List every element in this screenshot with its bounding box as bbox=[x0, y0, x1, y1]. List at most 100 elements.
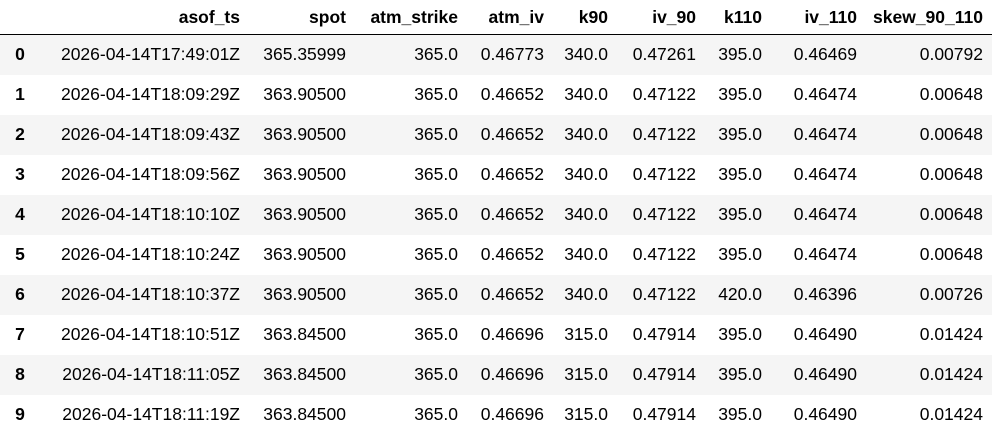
header-index bbox=[0, 0, 40, 35]
cell-iv-90: 0.47122 bbox=[632, 84, 696, 104]
cell-spot: 363.90500 bbox=[263, 204, 346, 224]
cell-k90: 340.0 bbox=[564, 124, 608, 144]
cell-spot: 363.84500 bbox=[263, 404, 346, 424]
row-index: 7 bbox=[15, 324, 25, 344]
cell-iv-110: 0.46474 bbox=[793, 124, 857, 144]
cell-spot: 365.35999 bbox=[263, 44, 346, 65]
cell-iv-110: 0.46469 bbox=[793, 44, 857, 65]
cell-iv-90: 0.47122 bbox=[632, 124, 696, 144]
cell-iv-110: 0.46490 bbox=[793, 324, 857, 344]
cell-k110: 395.0 bbox=[718, 364, 762, 384]
cell-spot: 363.84500 bbox=[263, 324, 346, 344]
table-row: 3 2026-04-14T18:09:56Z 363.90500 365.0 0.466… bbox=[0, 154, 992, 195]
cell-iv-110: 0.46474 bbox=[793, 84, 857, 104]
cell-iv-90: 0.47914 bbox=[632, 324, 696, 344]
cell-iv-110: 0.46490 bbox=[793, 364, 857, 384]
cell-spot: 363.90500 bbox=[263, 124, 346, 144]
cell-atm-strike: 365.0 bbox=[414, 244, 458, 264]
cell-iv-90: 0.47914 bbox=[632, 404, 696, 424]
cell-atm-iv: 0.46652 bbox=[480, 164, 544, 184]
row-index: 5 bbox=[15, 244, 25, 264]
header-skew-90-110: skew_90_110 bbox=[866, 0, 992, 35]
cell-atm-iv: 0.46652 bbox=[480, 244, 544, 264]
cell-k90: 340.0 bbox=[564, 244, 608, 264]
header-k110: k110 bbox=[705, 0, 771, 35]
cell-asof-ts: 2026-04-14T18:10:37Z bbox=[60, 284, 240, 304]
cell-k90: 340.0 bbox=[564, 284, 608, 304]
cell-spot: 363.90500 bbox=[263, 164, 346, 184]
cell-atm-iv: 0.46652 bbox=[480, 284, 544, 304]
cell-atm-strike: 365.0 bbox=[414, 324, 458, 344]
header-atm-strike: atm_strike bbox=[355, 0, 467, 35]
cell-spot: 363.90500 bbox=[263, 244, 346, 264]
cell-skew-90-110: 0.00648 bbox=[919, 244, 983, 264]
dataframe-table: asof_ts spot atm_strike atm_iv k90 iv_90… bbox=[0, 0, 992, 435]
cell-skew-90-110: 0.01424 bbox=[919, 404, 983, 424]
cell-iv-110: 0.46474 bbox=[793, 164, 857, 184]
row-index: 2 bbox=[15, 124, 25, 144]
cell-asof-ts: 2026-04-14T18:10:10Z bbox=[60, 204, 240, 224]
cell-atm-strike: 365.0 bbox=[414, 404, 458, 424]
cell-k90: 340.0 bbox=[564, 204, 608, 224]
cell-spot: 363.90500 bbox=[263, 84, 346, 104]
cell-k110: 395.0 bbox=[718, 164, 762, 184]
table-row: 7 2026-04-14T18:10:51Z 363.84500 365.0 0.466… bbox=[0, 314, 992, 355]
table-row: 5 2026-04-14T18:10:24Z 363.90500 365.0 0.466… bbox=[0, 234, 992, 275]
row-index: 9 bbox=[15, 404, 25, 424]
cell-k110: 395.0 bbox=[718, 204, 762, 224]
cell-spot: 363.90500 bbox=[263, 284, 346, 304]
cell-skew-90-110: 0.00648 bbox=[919, 164, 983, 184]
cell-asof-ts: 2026-04-14T18:11:19Z bbox=[62, 404, 240, 424]
cell-atm-strike: 365.0 bbox=[414, 164, 458, 184]
cell-k110: 395.0 bbox=[718, 324, 762, 344]
cell-iv-90: 0.47122 bbox=[632, 244, 696, 264]
cell-spot: 363.84500 bbox=[263, 364, 346, 384]
cell-atm-strike: 365.0 bbox=[414, 124, 458, 144]
cell-k90: 340.0 bbox=[564, 164, 608, 184]
cell-k110: 395.0 bbox=[718, 404, 762, 424]
cell-atm-iv: 0.46696 bbox=[480, 364, 544, 384]
cell-atm-strike: 365.0 bbox=[414, 284, 458, 304]
cell-atm-strike: 365.0 bbox=[414, 84, 458, 104]
table-body: 0 2026-04-14T17:49:01Z 365.35999 365.0 0.467… bbox=[0, 34, 992, 435]
cell-asof-ts: 2026-04-14T18:09:29Z bbox=[60, 84, 240, 104]
cell-iv-90: 0.47914 bbox=[632, 364, 696, 384]
header-asof-ts: asof_ts bbox=[40, 0, 249, 35]
cell-skew-90-110: 0.00792 bbox=[919, 44, 983, 65]
cell-skew-90-110: 0.00726 bbox=[919, 284, 983, 304]
cell-k110: 395.0 bbox=[718, 124, 762, 144]
cell-atm-iv: 0.46773 bbox=[480, 44, 544, 65]
cell-atm-strike: 365.0 bbox=[414, 364, 458, 384]
row-index: 1 bbox=[15, 84, 25, 104]
cell-iv-110: 0.46396 bbox=[793, 284, 857, 304]
cell-skew-90-110: 0.01424 bbox=[919, 364, 983, 384]
cell-iv-90: 0.47122 bbox=[632, 164, 696, 184]
row-index: 0 bbox=[15, 44, 25, 65]
table-row: 6 2026-04-14T18:10:37Z 363.90500 365.0 0.466… bbox=[0, 274, 992, 315]
cell-k90: 315.0 bbox=[564, 404, 608, 424]
cell-k110: 395.0 bbox=[718, 84, 762, 104]
header-iv-110: iv_110 bbox=[771, 0, 866, 35]
cell-skew-90-110: 0.00648 bbox=[919, 124, 983, 144]
header-iv-90: iv_90 bbox=[617, 0, 705, 35]
table-row: 8 2026-04-14T18:11:05Z 363.84500 365.0 0.466… bbox=[0, 354, 992, 395]
cell-iv-110: 0.46474 bbox=[793, 244, 857, 264]
cell-k90: 315.0 bbox=[564, 324, 608, 344]
cell-atm-strike: 365.0 bbox=[414, 204, 458, 224]
cell-asof-ts: 2026-04-14T17:49:01Z bbox=[60, 44, 240, 65]
cell-atm-iv: 0.46652 bbox=[480, 124, 544, 144]
cell-k90: 340.0 bbox=[564, 44, 608, 65]
row-index: 8 bbox=[15, 364, 25, 384]
cell-skew-90-110: 0.01424 bbox=[919, 324, 983, 344]
cell-atm-iv: 0.46696 bbox=[480, 404, 544, 424]
cell-iv-90: 0.47122 bbox=[632, 284, 696, 304]
cell-asof-ts: 2026-04-14T18:09:56Z bbox=[60, 164, 240, 184]
cell-k90: 340.0 bbox=[564, 84, 608, 104]
row-index: 6 bbox=[15, 284, 25, 304]
cell-asof-ts: 2026-04-14T18:10:24Z bbox=[60, 244, 240, 264]
cell-k110: 395.0 bbox=[718, 244, 762, 264]
table-row: 2 2026-04-14T18:09:43Z 363.90500 365.0 0.466… bbox=[0, 114, 992, 155]
cell-skew-90-110: 0.00648 bbox=[919, 84, 983, 104]
table-row: 1 2026-04-14T18:09:29Z 363.90500 365.0 0.466… bbox=[0, 74, 992, 115]
cell-skew-90-110: 0.00648 bbox=[919, 204, 983, 224]
